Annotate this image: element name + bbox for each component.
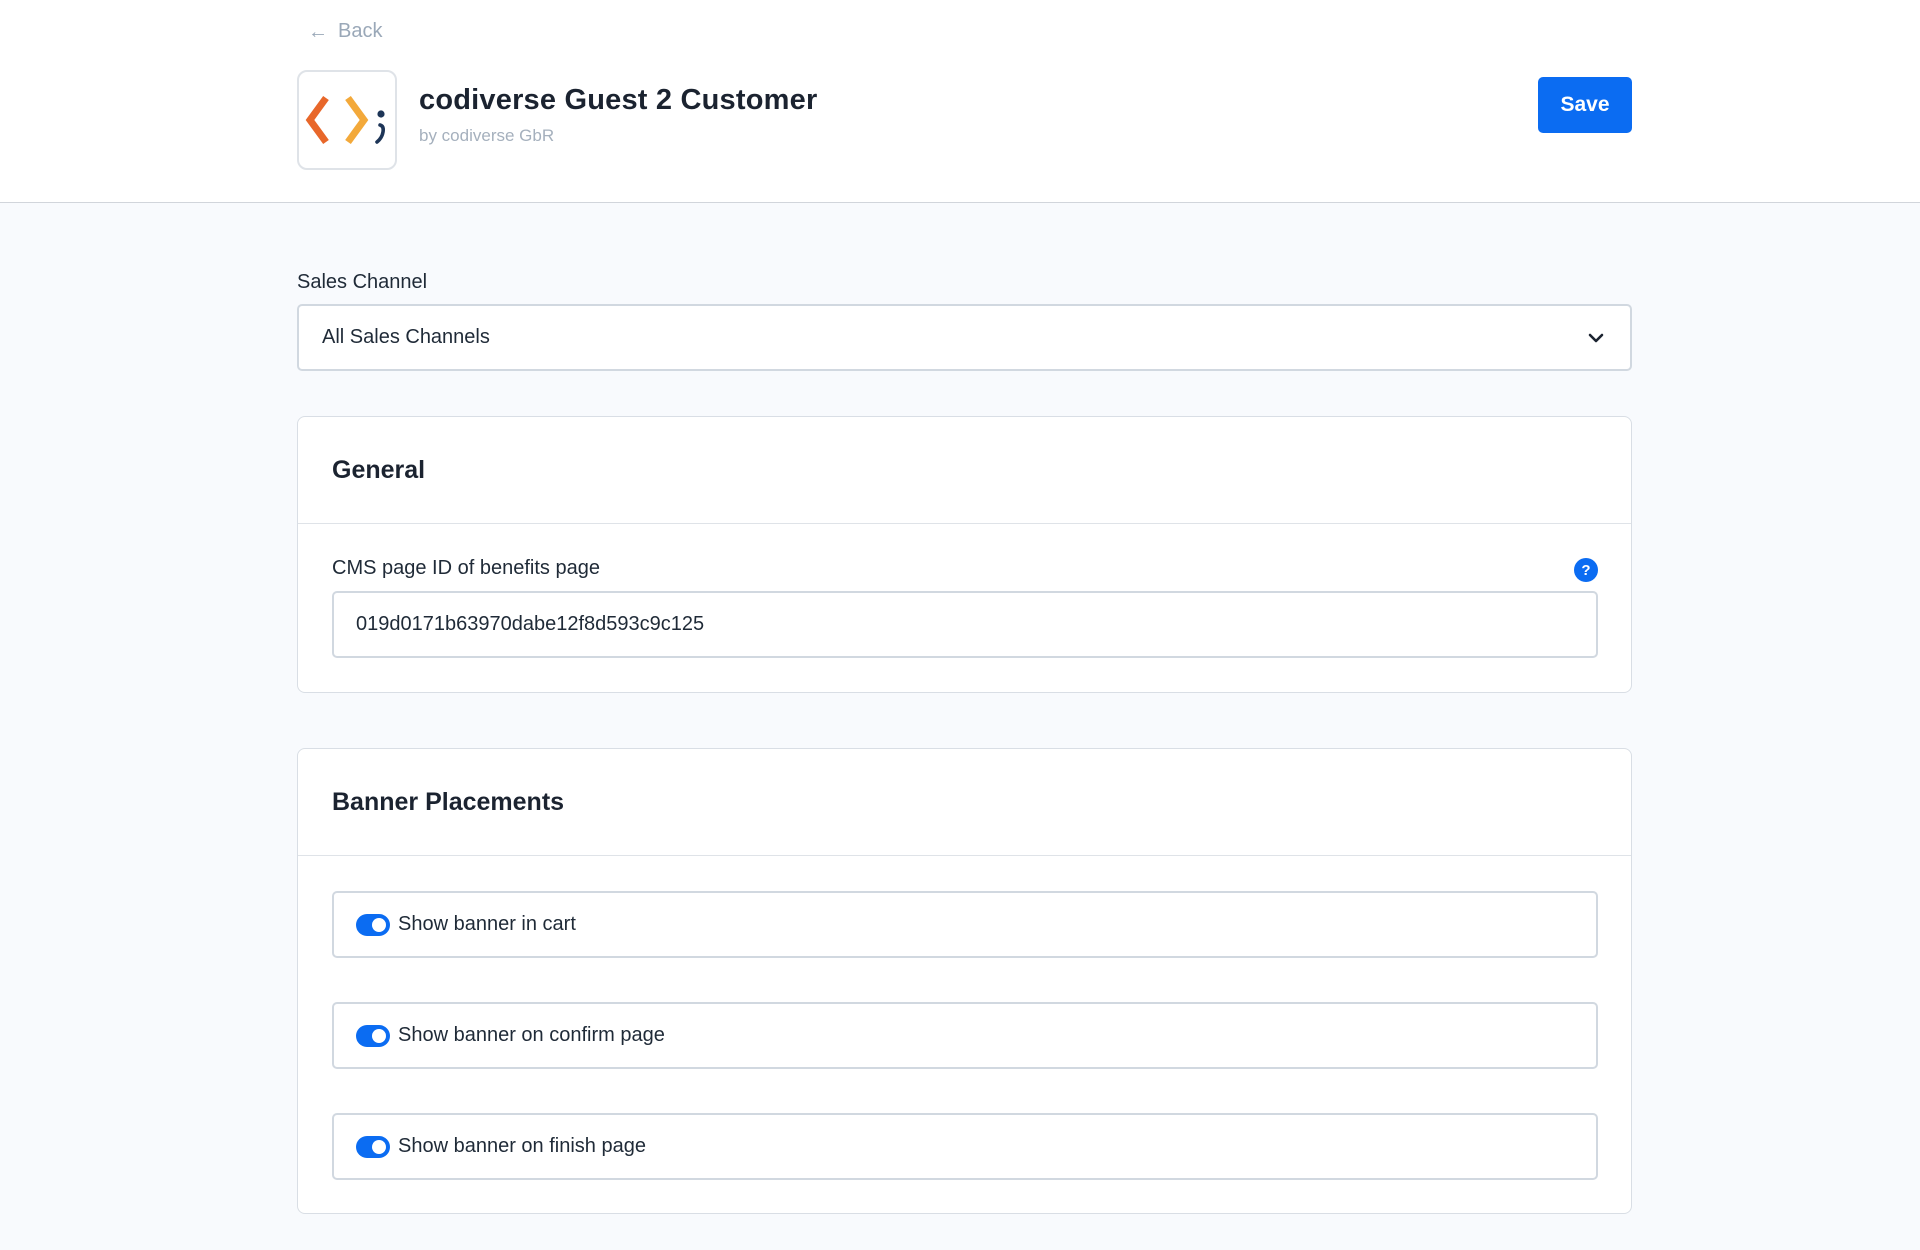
app-header: ← Back codiverse Guest 2 Customer by cod… xyxy=(0,0,1920,203)
help-icon[interactable]: ? xyxy=(1574,558,1598,582)
toggle-knob xyxy=(372,917,386,932)
toggle-knob xyxy=(372,1139,386,1154)
cms-page-id-label: CMS page ID of benefits page xyxy=(332,557,600,579)
general-card: General CMS page ID of benefits page ? xyxy=(297,416,1632,693)
app-title: codiverse Guest 2 Customer xyxy=(419,84,818,116)
general-card-header: General xyxy=(298,417,1631,524)
back-arrow-icon: ← xyxy=(308,20,328,43)
codiverse-logo-icon xyxy=(305,95,385,145)
general-card-title: General xyxy=(332,455,426,484)
sales-channel-label: Sales Channel xyxy=(297,271,428,293)
sales-channel-select[interactable]: All Sales Channels xyxy=(297,304,1632,371)
toggle-label-finish: Show banner on finish page xyxy=(398,1135,646,1157)
toggle-switch-cart[interactable] xyxy=(356,913,390,936)
toggle-label-confirm: Show banner on confirm page xyxy=(398,1024,665,1046)
toggle-switch-finish[interactable] xyxy=(356,1135,390,1158)
chevron-down-icon xyxy=(1588,333,1604,343)
cms-page-id-input[interactable] xyxy=(332,591,1598,658)
banner-placements-card: Banner Placements Show banner in cart Sh… xyxy=(297,748,1632,1214)
toggle-knob xyxy=(372,1028,386,1043)
app-logo xyxy=(297,70,397,170)
app-vendor: by codiverse GbR xyxy=(419,126,555,145)
save-button[interactable]: Save xyxy=(1538,77,1632,133)
toggle-row-confirm: Show banner on confirm page xyxy=(332,1002,1598,1069)
banner-card-title: Banner Placements xyxy=(332,787,565,816)
toggle-switch-confirm[interactable] xyxy=(356,1024,390,1047)
back-link[interactable]: ← Back xyxy=(308,20,382,43)
back-label: Back xyxy=(338,20,383,42)
banner-card-header: Banner Placements xyxy=(298,749,1631,856)
toggle-label-cart: Show banner in cart xyxy=(398,913,576,935)
toggle-row-finish: Show banner on finish page xyxy=(332,1113,1598,1180)
sales-channel-value: All Sales Channels xyxy=(322,326,490,348)
toggle-row-cart: Show banner in cart xyxy=(332,891,1598,958)
